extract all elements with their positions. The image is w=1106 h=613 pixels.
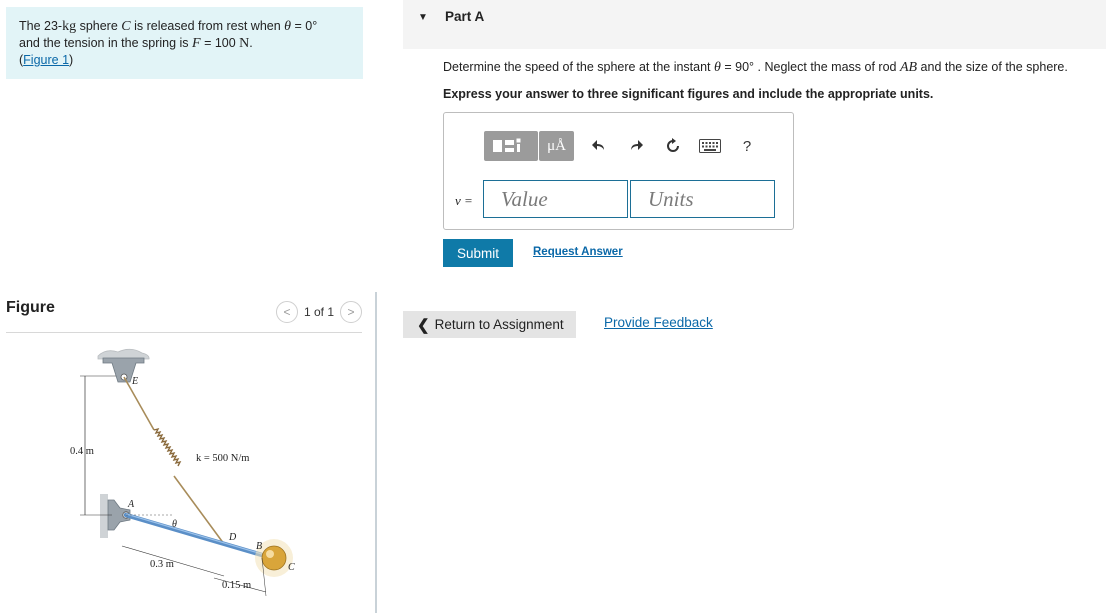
label-ad: 0.3 m [150, 559, 174, 570]
keyboard-icon[interactable] [698, 134, 722, 158]
part-header[interactable]: ▼ Part A [403, 0, 1106, 49]
problem-pane: The 23-kg sphere C is released from rest… [0, 0, 376, 613]
next-figure-button[interactable]: > [340, 301, 362, 323]
problem-text: The 23- [19, 19, 63, 33]
pane-divider[interactable] [375, 292, 377, 613]
label-height: 0.4 m [70, 446, 94, 457]
var-theta: θ [714, 60, 721, 75]
label-theta: θ [172, 519, 177, 530]
unit-kg: kg [62, 19, 77, 34]
submit-button[interactable]: Submit [443, 239, 513, 267]
rod-ab [123, 512, 265, 558]
problem-text: sphere [76, 19, 122, 33]
sphere-c [261, 545, 287, 571]
problem-line-2: and the tension in the spring is F = 100… [19, 35, 353, 52]
units-input[interactable] [630, 180, 775, 218]
problem-text: . [249, 36, 253, 50]
return-label: Return to Assignment [434, 317, 564, 332]
part-title: Part A [445, 9, 485, 24]
question-text: Determine the speed of the sphere at the… [443, 60, 1068, 76]
figure-pager: < 1 of 1 > [275, 301, 362, 323]
label-db: 0.15 m [222, 580, 251, 591]
units-symbol-button[interactable]: μÅ [539, 131, 574, 161]
label-b: B [256, 541, 262, 552]
undo-icon[interactable] [587, 134, 611, 158]
figure-title: Figure [6, 299, 55, 316]
label-d: D [228, 532, 237, 543]
prev-figure-button[interactable]: < [275, 301, 298, 323]
rope-lower [173, 475, 225, 545]
help-icon[interactable]: ? [735, 134, 759, 158]
variable-label: v = [455, 193, 473, 208]
unit-n: N [239, 36, 250, 51]
question-part: Determine the speed of the sphere at the… [443, 60, 715, 74]
provide-feedback-link[interactable]: Provide Feedback [604, 315, 713, 330]
rope-upper [123, 376, 155, 431]
var-c: C [121, 19, 131, 34]
var-theta: θ [284, 19, 292, 34]
answer-instruction: Express your answer to three significant… [443, 87, 934, 101]
redo-icon[interactable] [624, 134, 648, 158]
problem-statement: The 23-kg sphere C is released from rest… [6, 7, 363, 79]
label-a: A [127, 499, 135, 510]
chevron-left-icon: ❮ [417, 316, 430, 334]
collapse-caret-icon[interactable]: ▼ [418, 12, 428, 23]
var-rod-ab: AB [899, 60, 918, 75]
label-e: E [131, 376, 138, 387]
figure-page-indicator: 1 of 1 [303, 305, 334, 319]
math-toolbar: μÅ ? [484, 131, 759, 161]
problem-line-1: The 23-kg sphere C is released from rest… [19, 18, 353, 35]
request-answer-link[interactable]: Request Answer [533, 246, 623, 258]
problem-line-3: (Figure 1) [19, 52, 353, 68]
answer-box: μÅ ? v = [443, 112, 794, 230]
wall-hatch [100, 494, 108, 538]
reset-icon[interactable] [661, 134, 685, 158]
value-input[interactable] [483, 180, 628, 218]
problem-text: is released from rest when [130, 19, 285, 33]
return-to-assignment-button[interactable]: ❮ Return to Assignment [403, 311, 576, 338]
sphere-shine [266, 550, 274, 558]
var-f: F [192, 36, 201, 51]
templates-button[interactable] [484, 131, 538, 161]
spring-coil [153, 427, 182, 467]
rod-ab-highlight [125, 513, 263, 555]
ceiling-hatch [97, 348, 150, 360]
problem-text: = 0° [291, 19, 318, 33]
problem-text: = 100 [200, 36, 240, 50]
paren: ) [69, 53, 74, 67]
mechanism-diagram: E A θ D B C 0.4 m k = 500 N/m 0.3 m 0.15… [70, 348, 295, 597]
question-part: = 90° . Neglect the mass of rod [720, 60, 900, 74]
templates-icon [493, 137, 522, 152]
problem-text: and the tension in the spring is [19, 36, 193, 50]
label-c: C [288, 562, 295, 573]
figure-link[interactable]: Figure 1 [23, 53, 69, 67]
question-part: and the size of the sphere. [917, 60, 1068, 74]
label-spring: k = 500 N/m [196, 453, 249, 464]
figure-header: Figure < 1 of 1 > [6, 298, 362, 333]
